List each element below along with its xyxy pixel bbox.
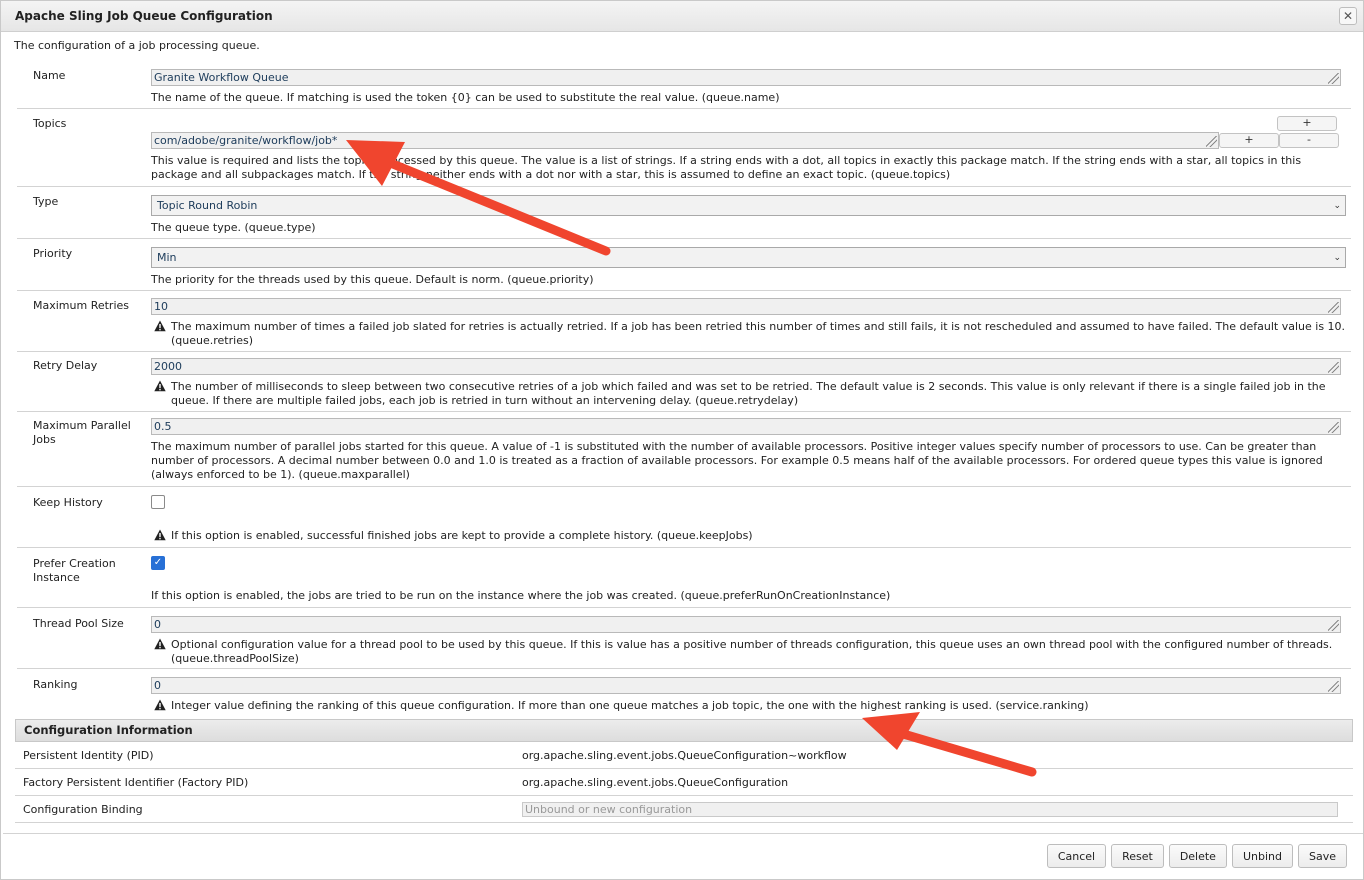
- factory-pid-label: Factory Persistent Identifier (Factory P…: [23, 775, 249, 789]
- resize-grip-icon[interactable]: [1328, 73, 1339, 84]
- thread-pool-help-text: Optional configuration value for a threa…: [171, 638, 1333, 665]
- topics-input[interactable]: com/adobe/granite/workflow/job*: [151, 132, 1219, 149]
- chevron-down-icon: ⌄: [1333, 252, 1341, 263]
- thread-pool-help: Optional configuration value for a threa…: [151, 638, 1351, 666]
- configuration-information: Configuration Information Persistent Ide…: [15, 719, 1353, 823]
- topics-label: Topics: [33, 117, 67, 130]
- priority-value: Min: [157, 251, 177, 264]
- config-dialog: Apache Sling Job Queue Configuration ✕ T…: [0, 0, 1364, 880]
- resize-grip-icon[interactable]: [1328, 681, 1339, 692]
- topics-add-button[interactable]: +: [1219, 133, 1279, 148]
- priority-select[interactable]: Min ⌄: [151, 247, 1346, 268]
- binding-row: Configuration Binding Unbound or new con…: [15, 796, 1353, 823]
- unbind-button[interactable]: Unbind: [1231, 844, 1293, 868]
- config-form: Name Granite Workflow Queue The name of …: [17, 59, 1351, 715]
- type-help: The queue type. (queue.type): [151, 221, 316, 234]
- max-parallel-label: Maximum Parallel Jobs: [33, 419, 131, 446]
- pid-label: Persistent Identity (PID): [23, 748, 154, 762]
- type-value: Topic Round Robin: [157, 199, 258, 212]
- thread-pool-value: 0: [154, 618, 161, 631]
- topics-remove-button[interactable]: -: [1279, 133, 1339, 148]
- keep-history-label: Keep History: [33, 496, 103, 509]
- max-retries-value: 10: [154, 300, 168, 313]
- cancel-button[interactable]: Cancel: [1046, 844, 1107, 868]
- warning-icon: [154, 529, 166, 541]
- priority-label: Priority: [33, 247, 73, 260]
- row-priority: Priority Min ⌄ The priority for the threa…: [17, 239, 1351, 291]
- max-parallel-input[interactable]: 0.5: [151, 418, 1341, 435]
- warning-icon: [154, 320, 166, 332]
- thread-pool-input[interactable]: 0: [151, 616, 1341, 633]
- close-icon[interactable]: ✕: [1339, 7, 1357, 25]
- max-parallel-value: 0.5: [154, 420, 172, 433]
- row-topics: Topics com/adobe/granite/workflow/job* +…: [17, 109, 1351, 187]
- dialog-buttons: Cancel Reset Delete Unbind Save: [1046, 844, 1347, 868]
- footer-divider: [3, 833, 1363, 834]
- retry-delay-value: 2000: [154, 360, 182, 373]
- row-ranking: Ranking 0 Integer value defining the ran…: [17, 669, 1351, 715]
- resize-grip-icon[interactable]: [1206, 136, 1217, 147]
- prefer-creation-help: If this option is enabled, the jobs are …: [151, 589, 891, 602]
- warning-icon: [154, 380, 166, 392]
- topics-help: This value is required and lists the top…: [151, 154, 1302, 181]
- resize-grip-icon[interactable]: [1328, 302, 1339, 313]
- priority-help: The priority for the threads used by thi…: [151, 273, 594, 286]
- thread-pool-label: Thread Pool Size: [33, 617, 124, 630]
- pid-row: Persistent Identity (PID) org.apache.sli…: [15, 742, 1353, 769]
- prefer-creation-label: Prefer Creation Instance: [33, 557, 116, 584]
- name-input[interactable]: Granite Workflow Queue: [151, 69, 1341, 86]
- prefer-creation-checkbox[interactable]: ✓: [151, 556, 165, 570]
- chevron-down-icon: ⌄: [1333, 200, 1341, 211]
- resize-grip-icon[interactable]: [1328, 362, 1339, 373]
- factory-pid-row: Factory Persistent Identifier (Factory P…: [15, 769, 1353, 796]
- ranking-help-text: Integer value defining the ranking of th…: [171, 699, 1089, 712]
- dialog-description: The configuration of a job processing qu…: [14, 39, 260, 52]
- binding-label: Configuration Binding: [23, 802, 143, 816]
- max-retries-help-text: The maximum number of times a failed job…: [171, 320, 1346, 347]
- row-max-parallel: Maximum Parallel Jobs 0.5 The maximum nu…: [17, 412, 1351, 487]
- retry-delay-help-text: The number of milliseconds to sleep betw…: [171, 380, 1326, 407]
- delete-button[interactable]: Delete: [1168, 844, 1227, 868]
- type-label: Type: [33, 195, 59, 208]
- ranking-input[interactable]: 0: [151, 677, 1341, 694]
- reset-button[interactable]: Reset: [1111, 844, 1164, 868]
- row-retry-delay: Retry Delay 2000 The number of milliseco…: [17, 352, 1351, 412]
- keep-history-help-text: If this option is enabled, successful fi…: [171, 529, 753, 542]
- save-button[interactable]: Save: [1297, 844, 1347, 868]
- resize-grip-icon[interactable]: [1328, 422, 1339, 433]
- factory-pid-value: org.apache.sling.event.jobs.QueueConfigu…: [522, 775, 789, 789]
- name-label: Name: [33, 69, 66, 82]
- resize-grip-icon[interactable]: [1328, 620, 1339, 631]
- topics-add-top-button[interactable]: +: [1277, 116, 1337, 131]
- max-retries-help: The maximum number of times a failed job…: [151, 320, 1351, 348]
- pid-value: org.apache.sling.event.jobs.QueueConfigu…: [522, 748, 847, 762]
- dialog-titlebar: Apache Sling Job Queue Configuration ✕: [1, 1, 1363, 32]
- keep-history-help: If this option is enabled, successful fi…: [151, 529, 1351, 543]
- row-prefer-creation: Prefer Creation Instance ✓ If this optio…: [17, 548, 1351, 608]
- retry-delay-label: Retry Delay: [33, 359, 98, 372]
- type-select[interactable]: Topic Round Robin ⌄: [151, 195, 1346, 216]
- max-retries-input[interactable]: 10: [151, 298, 1341, 315]
- row-thread-pool: Thread Pool Size 0 Optional configuratio…: [17, 608, 1351, 669]
- max-parallel-help: The maximum number of parallel jobs star…: [151, 440, 1323, 481]
- warning-icon: [154, 638, 166, 650]
- row-max-retries: Maximum Retries 10 The maximum number of…: [17, 291, 1351, 352]
- name-value: Granite Workflow Queue: [154, 71, 289, 84]
- warning-icon: [154, 699, 166, 711]
- binding-field[interactable]: Unbound or new configuration: [522, 801, 1338, 817]
- name-help: The name of the queue. If matching is us…: [151, 91, 780, 104]
- topics-value: com/adobe/granite/workflow/job*: [154, 134, 338, 147]
- ranking-help: Integer value defining the ranking of th…: [151, 699, 1351, 713]
- config-info-header: Configuration Information: [15, 719, 1353, 742]
- ranking-label: Ranking: [33, 678, 78, 691]
- max-retries-label: Maximum Retries: [33, 299, 130, 312]
- row-keep-history: Keep History If this option is enabled, …: [17, 487, 1351, 548]
- row-type: Type Topic Round Robin ⌄ The queue type. …: [17, 187, 1351, 239]
- keep-history-checkbox[interactable]: [151, 495, 165, 509]
- row-name: Name Granite Workflow Queue The name of …: [17, 59, 1351, 109]
- retry-delay-input[interactable]: 2000: [151, 358, 1341, 375]
- retry-delay-help: The number of milliseconds to sleep betw…: [151, 380, 1351, 408]
- dialog-title: Apache Sling Job Queue Configuration: [15, 9, 273, 23]
- ranking-value: 0: [154, 679, 161, 692]
